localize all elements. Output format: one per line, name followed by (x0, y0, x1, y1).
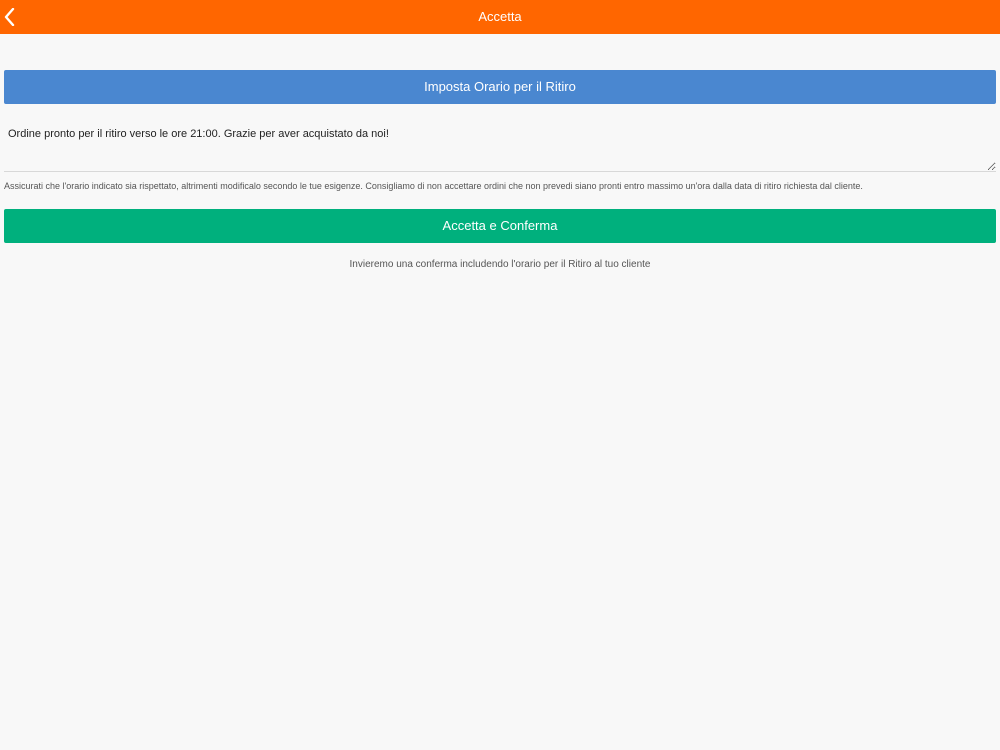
confirmation-note: Invieremo una conferma includendo l'orar… (349, 259, 651, 270)
accept-confirm-button[interactable]: Accetta e Conferma (4, 209, 996, 243)
message-textarea[interactable]: Ordine pronto per il ritiro verso le ore… (4, 118, 996, 172)
page-title: Accetta (478, 9, 522, 24)
pickup-time-hint: Assicurati che l'orario indicato sia ris… (4, 181, 863, 191)
accept-order-screen: Accetta Imposta Orario per il Ritiro Ord… (0, 0, 1000, 750)
top-bar: Accetta (0, 0, 1000, 34)
set-pickup-time-button[interactable]: Imposta Orario per il Ritiro (4, 70, 996, 104)
